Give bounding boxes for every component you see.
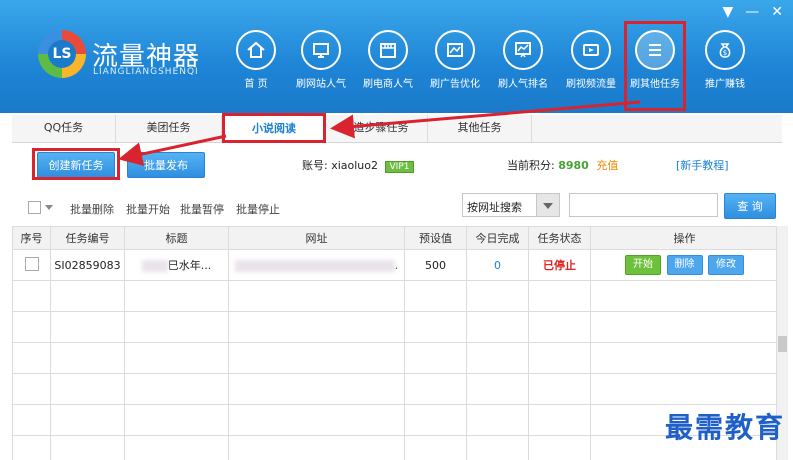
logo-text: LS bbox=[48, 40, 76, 68]
row-checkbox-cell bbox=[12, 249, 51, 281]
col-header-status: 任务状态 bbox=[528, 226, 591, 250]
scrollbar-thumb[interactable] bbox=[778, 336, 787, 352]
nav-promote[interactable]: $ 推广赚钱 bbox=[691, 30, 759, 90]
nav-label: 首 页 bbox=[244, 79, 268, 90]
url-cell: . bbox=[228, 249, 405, 281]
table-row-empty bbox=[12, 404, 779, 436]
redacted-blur bbox=[141, 260, 168, 272]
tab-meituan[interactable]: 美团任务 bbox=[116, 115, 222, 142]
nav-home[interactable]: 首 页 bbox=[222, 30, 290, 90]
tab-steps[interactable]: 制造步骤任务 bbox=[324, 115, 428, 142]
annotation-box-tab bbox=[222, 113, 326, 143]
chevron-down-icon bbox=[536, 194, 559, 216]
table-row: SI02859083 巳水年... . 500 0 已停止 开始 删除 修改 bbox=[12, 249, 779, 281]
task-tabs: QQ任务 美团任务 小说阅读 制造步骤任务 其他任务 bbox=[12, 115, 782, 143]
preset-cell: 500 bbox=[404, 249, 467, 281]
table-row-empty bbox=[12, 373, 779, 405]
table-row-empty bbox=[12, 342, 779, 374]
col-header-preset: 预设值 bbox=[404, 226, 467, 250]
account-label: 账号: bbox=[302, 159, 328, 172]
col-header-index: 序号 bbox=[12, 226, 51, 250]
annotation-box-nav bbox=[624, 21, 686, 111]
col-header-url: 网址 bbox=[228, 226, 405, 250]
nav-website[interactable]: 刷网站人气 bbox=[287, 30, 355, 90]
row-checkbox[interactable] bbox=[24, 256, 39, 271]
minimize-icon[interactable]: — bbox=[745, 4, 759, 20]
annotation-box-create bbox=[32, 148, 120, 180]
nav-ecommerce[interactable]: 刷电商人气 bbox=[354, 30, 422, 90]
nav-label: 刷人气排名 bbox=[498, 79, 548, 90]
window-controls: ▼ — ✕ bbox=[722, 4, 783, 20]
nav-label: 刷网站人气 bbox=[296, 79, 346, 90]
col-header-task-id: 任务编号 bbox=[50, 226, 125, 250]
app-subtitle: LIANGLIANGSHENQI bbox=[93, 67, 199, 77]
money-bag-icon: $ bbox=[705, 30, 745, 70]
watermark: 最需教育 bbox=[664, 411, 785, 444]
vip-badge: VIP1 bbox=[384, 161, 415, 173]
batch-publish-button[interactable]: 批量发布 bbox=[127, 152, 205, 178]
recharge-link[interactable]: 充值 bbox=[596, 159, 618, 172]
tab-qq[interactable]: QQ任务 bbox=[12, 115, 116, 142]
chevron-down-icon[interactable] bbox=[45, 205, 53, 210]
home-icon bbox=[236, 30, 276, 70]
bulk-delete-button[interactable]: 批量删除 bbox=[70, 201, 114, 217]
nav-ad[interactable]: 刷广告优化 bbox=[421, 30, 489, 90]
col-header-actions: 操作 bbox=[590, 226, 779, 250]
search-button[interactable]: 查 询 bbox=[724, 193, 776, 219]
ad-icon bbox=[435, 30, 475, 70]
monitor-icon bbox=[301, 30, 341, 70]
task-title: 巳水年... bbox=[167, 259, 212, 272]
table-row-empty bbox=[12, 280, 779, 312]
search-type-select[interactable]: 按网址搜索 bbox=[462, 193, 560, 217]
close-icon[interactable]: ✕ bbox=[771, 4, 783, 20]
bulk-start-button[interactable]: 批量开始 bbox=[126, 201, 170, 217]
search-input[interactable] bbox=[569, 193, 718, 217]
redacted-blur bbox=[234, 259, 395, 272]
status-cell: 已停止 bbox=[528, 249, 591, 281]
today-cell: 0 bbox=[466, 249, 529, 281]
col-header-today: 今日完成 bbox=[466, 226, 529, 250]
select-all-checkbox[interactable] bbox=[28, 201, 41, 214]
nav-label: 刷广告优化 bbox=[430, 79, 480, 90]
shop-icon bbox=[368, 30, 408, 70]
tutorial-link[interactable]: [新手教程] bbox=[676, 157, 729, 173]
search-type-value: 按网址搜索 bbox=[467, 201, 522, 214]
task-id-cell: SI02859083 bbox=[50, 249, 125, 281]
toolbar: 批量删除 批量开始 批量暂停 批量停止 按网址搜索 查 询 bbox=[12, 190, 782, 226]
app-logo: LS bbox=[38, 30, 86, 78]
account-info: 账号: xiaoluo2 VIP1 bbox=[302, 157, 415, 173]
nav-label: 刷电商人气 bbox=[363, 79, 413, 90]
nav-video[interactable]: 刷视频流量 bbox=[557, 30, 625, 90]
points-value: 8980 bbox=[558, 159, 589, 172]
nav-label: 刷视频流量 bbox=[566, 79, 616, 90]
nav-ranking[interactable]: 刷人气排名 bbox=[489, 30, 557, 90]
start-button[interactable]: 开始 bbox=[625, 255, 661, 275]
account-name: xiaoluo2 bbox=[331, 159, 379, 172]
bulk-pause-button[interactable]: 批量暂停 bbox=[180, 201, 224, 217]
actions-cell: 开始 删除 修改 bbox=[590, 249, 779, 281]
edit-button[interactable]: 修改 bbox=[708, 255, 744, 275]
delete-button[interactable]: 删除 bbox=[666, 255, 703, 275]
title-cell: 巳水年... bbox=[124, 249, 229, 281]
table-row-empty bbox=[12, 311, 779, 343]
task-url: . bbox=[394, 258, 399, 272]
bulk-stop-button[interactable]: 批量停止 bbox=[236, 201, 280, 217]
nav-label: 推广赚钱 bbox=[705, 79, 745, 90]
points-label: 当前积分: bbox=[507, 159, 555, 172]
col-header-title: 标题 bbox=[124, 226, 229, 250]
svg-text:$: $ bbox=[723, 49, 727, 57]
chart-icon bbox=[503, 30, 543, 70]
table-row-empty bbox=[12, 435, 779, 460]
points-info: 当前积分: 8980 充值 bbox=[507, 157, 618, 173]
tab-other[interactable]: 其他任务 bbox=[428, 115, 532, 142]
video-icon bbox=[571, 30, 611, 70]
table-header-row: 序号 任务编号 标题 网址 预设值 今日完成 任务状态 操作 bbox=[12, 226, 779, 250]
menu-dropdown-icon[interactable]: ▼ bbox=[722, 4, 733, 20]
